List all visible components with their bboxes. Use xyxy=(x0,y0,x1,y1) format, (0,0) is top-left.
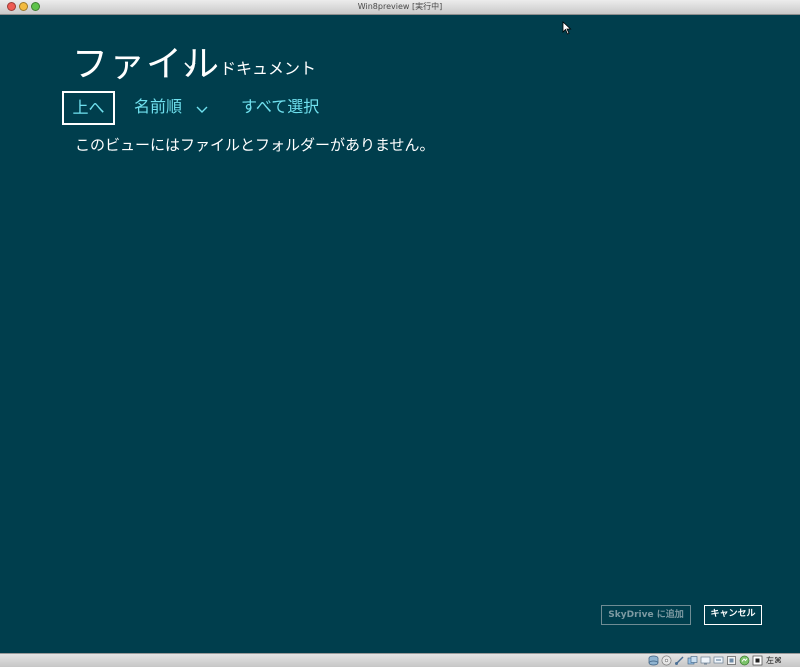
up-button[interactable]: 上へ xyxy=(62,91,115,125)
host-key-label: 左⌘ xyxy=(766,656,782,665)
usb-icon[interactable] xyxy=(674,655,685,666)
vm-window: Win8preview [実行中] ファイル ドキュメント 上へ 名前順 すべて… xyxy=(0,0,800,667)
mouse-cursor-icon xyxy=(562,21,572,35)
cancel-button[interactable]: キャンセル xyxy=(704,605,762,625)
window-title: Win8preview [実行中] xyxy=(357,2,443,11)
empty-view-message: このビューにはファイルとフォルダーがありません。 xyxy=(75,136,435,154)
select-all-button[interactable]: すべて選択 xyxy=(241,91,319,125)
shared-folder-icon[interactable] xyxy=(687,655,698,666)
mouse-integration-icon[interactable] xyxy=(739,655,750,666)
network-icon[interactable] xyxy=(713,655,724,666)
file-picker: ファイル ドキュメント 上へ 名前順 すべて選択 このビューにはファイルとフォル… xyxy=(0,15,800,653)
display-icon[interactable] xyxy=(700,655,711,666)
add-to-skydrive-button[interactable]: SkyDrive に追加 xyxy=(601,605,691,625)
vm-status-bar: 左⌘ xyxy=(0,653,800,667)
page-title[interactable]: ファイル xyxy=(72,43,220,87)
capture-icon[interactable] xyxy=(726,655,737,666)
location-label: ドキュメント xyxy=(220,59,317,78)
title-bar[interactable]: Win8preview [実行中] xyxy=(0,0,800,15)
sort-by-name-button[interactable]: 名前順 xyxy=(134,91,182,125)
host-key-icon xyxy=(752,655,763,666)
optical-drive-icon[interactable] xyxy=(661,655,672,666)
sort-chevron-down-icon[interactable] xyxy=(196,106,208,114)
chevron-down-icon[interactable] xyxy=(183,61,197,71)
sort-label: 名前順 xyxy=(134,97,183,116)
hard-disk-icon[interactable] xyxy=(648,655,659,666)
